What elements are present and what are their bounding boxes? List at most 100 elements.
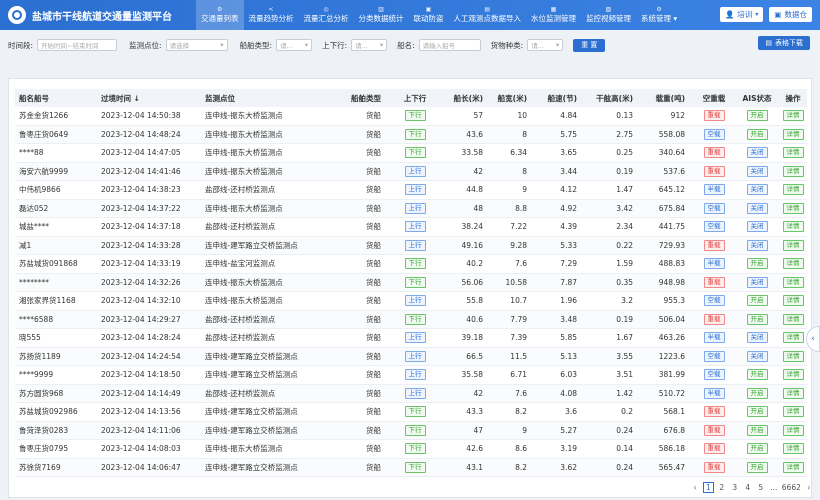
detail-button[interactable]: 详情 <box>782 258 804 270</box>
cell-load-status: 半载 <box>685 258 733 270</box>
cargo-type-label: 货物种类: <box>490 40 524 50</box>
detail-button[interactable]: 详情 <box>782 239 804 251</box>
page-button[interactable]: 6662 <box>782 482 801 493</box>
cell-freeboard: 0.24 <box>616 462 633 472</box>
cell-ais-status: 关闭 <box>733 184 775 196</box>
column-header-pass-time[interactable]: 过境时间 ↓ <box>101 93 205 104</box>
ais-status-tag: 开启 <box>746 128 768 140</box>
detail-button[interactable]: 详情 <box>782 369 804 381</box>
nav-item-6[interactable]: ▦ 水位监测管理 <box>526 0 581 30</box>
ship-type-select[interactable]: 请... ▾ <box>276 39 313 51</box>
load-status-tag: 半载 <box>703 332 725 344</box>
cell-pass-time: 2023-12-04 14:18:50 <box>101 370 181 380</box>
cell-load: 676.8 <box>663 425 685 435</box>
page-button[interactable]: 4 <box>743 482 753 493</box>
cell-action: 详情 <box>775 387 807 399</box>
cell-load-status: 重载 <box>685 276 733 288</box>
direction-label: 上下行: <box>322 40 348 50</box>
detail-button[interactable]: 详情 <box>782 184 804 196</box>
page-button[interactable]: 5 <box>756 482 766 493</box>
direction-select[interactable]: 请... ▾ <box>351 39 388 51</box>
time-range-input[interactable]: 开始时间~结束时间 <box>37 39 118 51</box>
cell-ship-type: 货船 <box>366 259 381 269</box>
cell-monitor-point: 盐邵线-还村桥监测点 <box>205 388 276 398</box>
nav-item-4[interactable]: ▣ 联动防盗 <box>409 0 449 30</box>
app-logo-icon <box>8 6 26 24</box>
cell-ship-type: 货船 <box>366 148 381 158</box>
detail-button[interactable]: 详情 <box>782 295 804 307</box>
cell-ship-name: 磊达052 <box>19 203 49 213</box>
cell-load-status: 空载 <box>685 128 733 140</box>
reset-button[interactable]: 重 置 <box>573 38 606 52</box>
cell-monitor-point: 连申线-振东大桥监测点 <box>205 203 283 213</box>
cell-ais-status: 开启 <box>733 443 775 455</box>
detail-button[interactable]: 详情 <box>782 221 804 233</box>
detail-button[interactable]: 详情 <box>782 332 804 344</box>
nav-item-8[interactable]: ⚙ 系统管理 ▾ <box>636 0 682 30</box>
cell-freeboard: 1.47 <box>616 185 633 195</box>
detail-button[interactable]: 详情 <box>782 147 804 159</box>
data-warehouse-button[interactable]: ▣ 数据仓 <box>769 7 812 22</box>
cell-direction: 上行 <box>381 165 437 177</box>
load-status-tag: 半载 <box>703 387 725 399</box>
page-button[interactable]: 3 <box>730 482 740 493</box>
user-icon: 👤 <box>725 10 735 19</box>
nav-icon: ▧ <box>605 6 612 13</box>
cell-width: 8.8 <box>515 203 527 213</box>
user-menu[interactable]: 👤 培训 ▾ <box>720 7 764 22</box>
nav-item-label: 交通量列表 <box>201 14 239 23</box>
cell-ship-name: 苏盐城货091868 <box>19 259 78 269</box>
nav-item-1[interactable]: < 流量趋势分析 <box>244 0 299 30</box>
cell-ais-status: 关闭 <box>733 350 775 362</box>
nav-item-7[interactable]: ▧ 监控视频管理 <box>581 0 636 30</box>
detail-button[interactable]: 详情 <box>782 387 804 399</box>
detail-button[interactable]: 详情 <box>782 461 804 473</box>
cell-pass-time: 2023-12-04 14:14:49 <box>101 388 181 398</box>
cell-ais-status: 关闭 <box>733 332 775 344</box>
cell-monitor-point: 盐邵线-还村桥监测点 <box>205 185 276 195</box>
nav-item-0[interactable]: ⚙ 交通量列表 <box>196 0 244 30</box>
cell-ais-status: 关闭 <box>733 147 775 159</box>
nav-item-3[interactable]: ▥ 分类数据统计 <box>354 0 409 30</box>
nav-item-5[interactable]: ▤ 人工观测点数据导入 <box>449 0 527 30</box>
cell-ship-name: 晓555 <box>19 333 41 343</box>
cell-freeboard: 3.42 <box>616 203 633 213</box>
monitor-point-select[interactable]: 请选择 ▾ <box>165 39 228 51</box>
detail-button[interactable]: 详情 <box>782 313 804 325</box>
detail-button[interactable]: 详情 <box>782 443 804 455</box>
cell-load: 381.99 <box>658 370 685 380</box>
cell-ship-type: 货船 <box>366 203 381 213</box>
load-status-tag: 重载 <box>703 147 725 159</box>
prev-page-button[interactable]: ‹ <box>690 482 700 493</box>
cell-freeboard: 1.42 <box>616 388 633 398</box>
detail-button[interactable]: 详情 <box>782 350 804 362</box>
detail-button[interactable]: 详情 <box>782 424 804 436</box>
cell-load-status: 空载 <box>685 369 733 381</box>
direction-tag: 下行 <box>404 313 426 325</box>
cell-freeboard: 3.55 <box>616 351 633 361</box>
cell-action: 详情 <box>775 221 807 233</box>
cell-monitor-point: 连申线-建军路立交桥监测点 <box>205 240 298 250</box>
table-row: ****6588 2023-12-04 14:29:27 盐邵线-还村桥监测点 货船 下… <box>15 310 807 329</box>
main-nav: ⚙ 交通量列表 < 流量趋势分析 ◎ 流量汇总分析 ▥ 分类数据统计 ▣ 联动防盗 ▤ 人工观测点数据… <box>196 0 682 30</box>
cell-length: 35.58 <box>461 370 483 380</box>
cell-width: 7.22 <box>510 222 527 232</box>
next-page-button[interactable]: › <box>804 482 814 493</box>
page-button[interactable]: 1 <box>703 482 714 493</box>
cell-pass-time: 2023-12-04 14:32:26 <box>101 277 181 287</box>
detail-button[interactable]: 详情 <box>782 406 804 418</box>
cell-monitor-point: 连申线-建军路立交桥监测点 <box>205 351 298 361</box>
detail-button[interactable]: 详情 <box>782 202 804 214</box>
export-table-button[interactable]: ▤ 表格下载 <box>758 36 810 50</box>
ship-name-input[interactable]: 请输入船号 <box>418 39 481 51</box>
page-button[interactable]: 2 <box>717 482 727 493</box>
detail-button[interactable]: 详情 <box>782 165 804 177</box>
cell-speed: 5.85 <box>560 333 577 343</box>
cell-width: 8.2 <box>515 407 527 417</box>
detail-button[interactable]: 详情 <box>782 128 804 140</box>
nav-item-2[interactable]: ◎ 流量汇总分析 <box>299 0 354 30</box>
detail-button[interactable]: 详情 <box>782 276 804 288</box>
column-header-width: 船宽(米) <box>497 93 527 103</box>
cargo-type-select[interactable]: 请... ▾ <box>527 39 564 51</box>
detail-button[interactable]: 详情 <box>782 110 804 122</box>
